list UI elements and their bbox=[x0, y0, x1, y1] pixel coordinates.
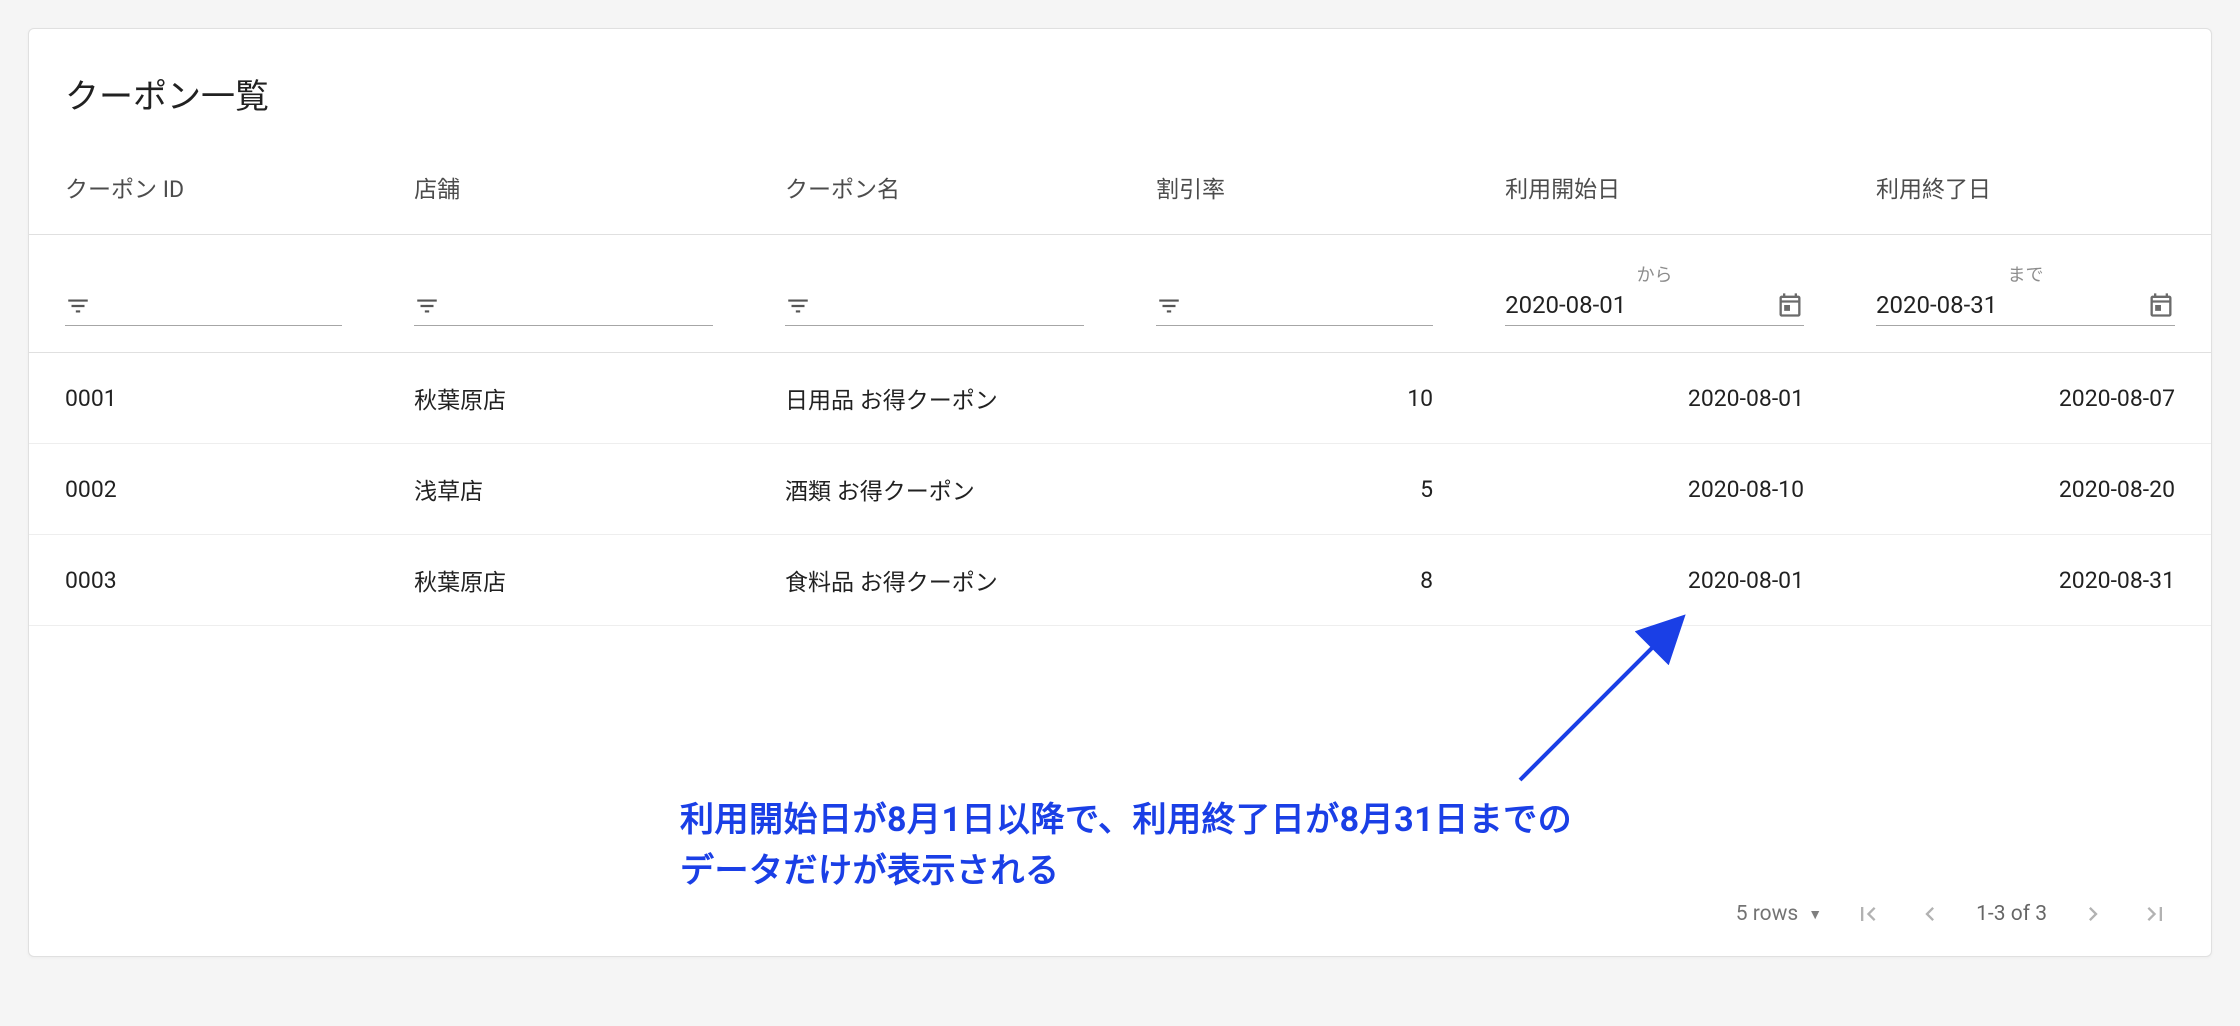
cell-end-date: 2020-08-20 bbox=[1840, 444, 2211, 535]
filter-input-store[interactable] bbox=[454, 293, 713, 319]
col-header-store[interactable]: 店舗 bbox=[378, 148, 749, 235]
filter-icon bbox=[1156, 293, 1182, 319]
pagination-range: 1-3 of 3 bbox=[1976, 902, 2047, 926]
coupon-list-card: クーポン一覧 クーポン ID 店舗 クーポン名 割引率 利用開始日 利用終了日 bbox=[28, 28, 2212, 957]
cell-coupon-id: 0002 bbox=[29, 444, 378, 535]
filter-start-date[interactable]: 2020-08-01 bbox=[1505, 291, 1804, 326]
cell-start-date: 2020-08-10 bbox=[1469, 444, 1840, 535]
cell-end-date: 2020-08-07 bbox=[1840, 353, 2211, 444]
first-page-button[interactable] bbox=[1852, 898, 1884, 930]
start-date-filter-label: から bbox=[1505, 261, 1804, 287]
calendar-icon[interactable] bbox=[1776, 291, 1804, 319]
end-date-filter-label: まで bbox=[1876, 261, 2175, 287]
filter-discount[interactable] bbox=[1156, 293, 1433, 326]
table-filter-row: から 2020-08-01 まで bbox=[29, 235, 2211, 353]
filter-icon bbox=[414, 293, 440, 319]
filter-coupon-id[interactable] bbox=[65, 293, 342, 326]
filter-end-date[interactable]: 2020-08-31 bbox=[1876, 291, 2175, 326]
cell-coupon-id: 0001 bbox=[29, 353, 378, 444]
table-body: 0001秋葉原店日用品 お得クーポン102020-08-012020-08-07… bbox=[29, 353, 2211, 626]
filter-store[interactable] bbox=[414, 293, 713, 326]
table-row[interactable]: 0001秋葉原店日用品 お得クーポン102020-08-012020-08-07 bbox=[29, 353, 2211, 444]
calendar-icon[interactable] bbox=[2147, 291, 2175, 319]
cell-coupon-name: 食料品 お得クーポン bbox=[749, 535, 1120, 626]
cell-store: 浅草店 bbox=[378, 444, 749, 535]
col-header-coupon-name[interactable]: クーポン名 bbox=[749, 148, 1120, 235]
start-date-filter-value: 2020-08-01 bbox=[1505, 291, 1626, 319]
col-header-start-date[interactable]: 利用開始日 bbox=[1469, 148, 1840, 235]
last-page-button[interactable] bbox=[2139, 898, 2171, 930]
col-header-end-date[interactable]: 利用終了日 bbox=[1840, 148, 2211, 235]
cell-end-date: 2020-08-31 bbox=[1840, 535, 2211, 626]
cell-discount: 10 bbox=[1120, 353, 1469, 444]
cell-coupon-name: 日用品 お得クーポン bbox=[749, 353, 1120, 444]
table-row[interactable]: 0003秋葉原店食料品 お得クーポン82020-08-012020-08-31 bbox=[29, 535, 2211, 626]
filter-input-coupon-id[interactable] bbox=[105, 293, 342, 319]
cell-start-date: 2020-08-01 bbox=[1469, 535, 1840, 626]
cell-discount: 8 bbox=[1120, 535, 1469, 626]
card-title: クーポン一覧 bbox=[29, 29, 2211, 148]
cell-store: 秋葉原店 bbox=[378, 353, 749, 444]
table-header-row: クーポン ID 店舗 クーポン名 割引率 利用開始日 利用終了日 bbox=[29, 148, 2211, 235]
filter-icon bbox=[65, 293, 91, 319]
dropdown-icon: ▼ bbox=[1808, 906, 1822, 923]
filter-coupon-name[interactable] bbox=[785, 293, 1084, 326]
filter-icon bbox=[785, 293, 811, 319]
end-date-filter-value: 2020-08-31 bbox=[1876, 291, 1997, 319]
filter-input-discount[interactable] bbox=[1196, 293, 1433, 319]
cell-coupon-id: 0003 bbox=[29, 535, 378, 626]
coupon-table: クーポン ID 店舗 クーポン名 割引率 利用開始日 利用終了日 bbox=[29, 148, 2211, 626]
cell-start-date: 2020-08-01 bbox=[1469, 353, 1840, 444]
pagination-bar: 5 rows ▼ 1-3 of 3 bbox=[29, 876, 2211, 956]
filter-input-coupon-name[interactable] bbox=[825, 293, 1084, 319]
rows-per-page-select[interactable]: 5 rows ▼ bbox=[1736, 902, 1822, 926]
col-header-discount[interactable]: 割引率 bbox=[1120, 148, 1469, 235]
next-page-button[interactable] bbox=[2077, 898, 2109, 930]
prev-page-button[interactable] bbox=[1914, 898, 1946, 930]
cell-coupon-name: 酒類 お得クーポン bbox=[749, 444, 1120, 535]
col-header-coupon-id[interactable]: クーポン ID bbox=[29, 148, 378, 235]
rows-per-page-label: 5 rows bbox=[1736, 902, 1799, 926]
cell-store: 秋葉原店 bbox=[378, 535, 749, 626]
table-row[interactable]: 0002浅草店酒類 お得クーポン52020-08-102020-08-20 bbox=[29, 444, 2211, 535]
cell-discount: 5 bbox=[1120, 444, 1469, 535]
